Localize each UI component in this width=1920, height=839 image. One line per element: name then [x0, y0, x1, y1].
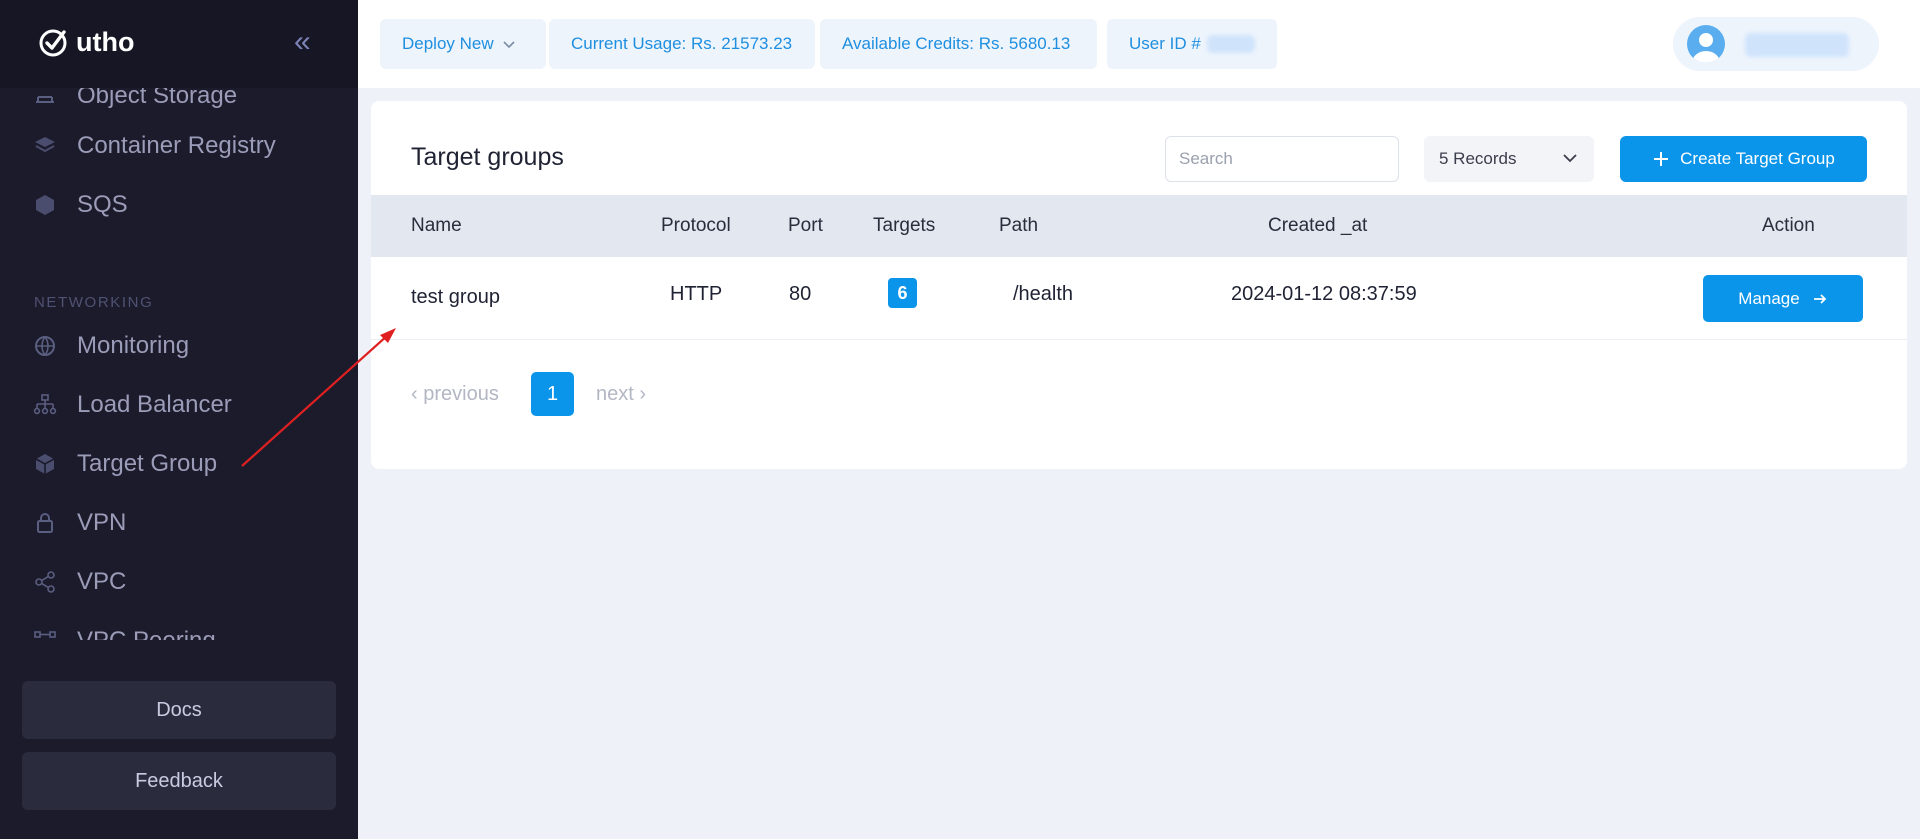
column-header-name: Name	[411, 215, 462, 236]
globe-icon	[33, 334, 57, 358]
sidebar-item-label: Container Registry	[77, 132, 276, 159]
user-id-redacted	[1206, 35, 1255, 53]
brand-name: utho	[76, 26, 135, 57]
available-credits-label: Available Credits: Rs. 5680.13	[842, 34, 1071, 53]
sidebar-item-target-group[interactable]: Target Group	[33, 444, 217, 484]
docs-button[interactable]: Docs	[22, 681, 336, 739]
create-target-group-label: Create Target Group	[1680, 149, 1835, 168]
plus-icon	[1654, 152, 1669, 166]
lock-icon	[33, 511, 57, 535]
target-groups-card: Target groups 5 Records Create Target Gr…	[371, 101, 1907, 469]
deploy-new-dropdown[interactable]: Deploy New	[380, 19, 546, 69]
sidebar-item-monitoring[interactable]: Monitoring	[33, 326, 189, 366]
records-per-page-label: 5 Records	[1439, 149, 1517, 168]
topbar: Deploy New Current Usage: Rs. 21573.23 A…	[358, 0, 1920, 88]
cell-created-at: 2024-01-12 08:37:59	[1231, 283, 1417, 305]
storage-icon	[33, 88, 57, 108]
sidebar-header: utho «	[0, 0, 358, 88]
sidebar-item-object-storage[interactable]: Object Storage	[33, 88, 237, 116]
next-page-link[interactable]: next ›	[596, 372, 646, 416]
sidebar-item-load-balancer[interactable]: Load Balancer	[33, 385, 232, 425]
manage-button[interactable]: Manage	[1703, 275, 1863, 322]
user-id-label: User ID #	[1129, 34, 1201, 53]
sidebar-item-label: VPN	[77, 509, 127, 536]
user-menu[interactable]	[1673, 17, 1879, 71]
sidebar-item-label: Target Group	[77, 450, 218, 477]
peering-icon	[33, 629, 57, 640]
sidebar-item-label: Object Storage	[77, 88, 238, 109]
search-input[interactable]	[1165, 136, 1399, 182]
column-header-path: Path	[999, 215, 1039, 236]
sidebar-item-label: Load Balancer	[77, 391, 232, 418]
sidebar-item-label: SQS	[77, 191, 128, 218]
column-header-protocol: Protocol	[661, 215, 731, 236]
layers-icon	[33, 134, 57, 158]
sidebar-item-vpn[interactable]: VPN	[33, 503, 126, 543]
sidebar-section-networking: NETWORKING	[34, 294, 154, 311]
logo-check-icon	[39, 29, 67, 57]
column-header-port: Port	[788, 215, 823, 236]
page-title: Target groups	[411, 143, 564, 171]
table-row: test group HTTP 80 6 /health 2024-01-12 …	[371, 257, 1907, 340]
previous-page-link[interactable]: ‹ previous	[411, 372, 499, 416]
sidebar-item-vpc[interactable]: VPC	[33, 562, 126, 602]
records-per-page-select[interactable]: 5 Records	[1424, 136, 1594, 182]
current-usage-badge[interactable]: Current Usage: Rs. 21573.23	[549, 19, 815, 69]
avatar	[1687, 25, 1725, 63]
sidebar: utho « Object Storage Container Registry…	[0, 0, 358, 839]
cell-port: 80	[789, 283, 812, 305]
chevron-down-icon	[1563, 154, 1577, 163]
column-header-targets: Targets	[873, 215, 936, 236]
column-header-action: Action	[1762, 215, 1815, 236]
share-icon	[33, 570, 57, 594]
page-number-button[interactable]: 1	[531, 372, 574, 416]
column-header-created-at: Created _at	[1268, 215, 1368, 236]
sidebar-item-label: VPC	[77, 568, 127, 595]
cell-protocol: HTTP	[670, 283, 723, 305]
chevron-down-icon	[503, 41, 515, 49]
sidebar-item-vpc-peering[interactable]: VPC Peering	[33, 621, 216, 640]
targets-count-badge: 6	[888, 278, 917, 308]
brand-logo[interactable]: utho	[38, 26, 134, 58]
collapse-sidebar-icon[interactable]: «	[294, 27, 322, 57]
arrow-right-icon	[1813, 293, 1826, 304]
hexagon-icon	[33, 193, 57, 217]
sidebar-item-label: Monitoring	[77, 332, 190, 359]
sidebar-menu[interactable]: Object Storage Container Registry SQS NE…	[0, 88, 358, 640]
cell-path: /health	[1013, 283, 1074, 305]
network-tree-icon	[33, 393, 57, 417]
cell-name: test group	[411, 286, 500, 308]
sidebar-item-sqs[interactable]: SQS	[33, 185, 128, 225]
cube-icon	[33, 452, 57, 476]
create-target-group-button[interactable]: Create Target Group	[1620, 136, 1867, 182]
user-id-badge[interactable]: User ID #	[1107, 19, 1277, 69]
current-usage-label: Current Usage: Rs. 21573.23	[571, 34, 793, 53]
deploy-new-label: Deploy New	[402, 34, 494, 53]
available-credits-badge[interactable]: Available Credits: Rs. 5680.13	[820, 19, 1097, 69]
table-header: Name Protocol Port Targets Path Created …	[371, 195, 1907, 257]
feedback-button[interactable]: Feedback	[22, 752, 336, 810]
manage-label: Manage	[1738, 288, 1800, 308]
sidebar-item-container-registry[interactable]: Container Registry	[33, 126, 276, 166]
username-redacted	[1745, 33, 1849, 57]
sidebar-item-label: VPC Peering	[77, 627, 216, 640]
